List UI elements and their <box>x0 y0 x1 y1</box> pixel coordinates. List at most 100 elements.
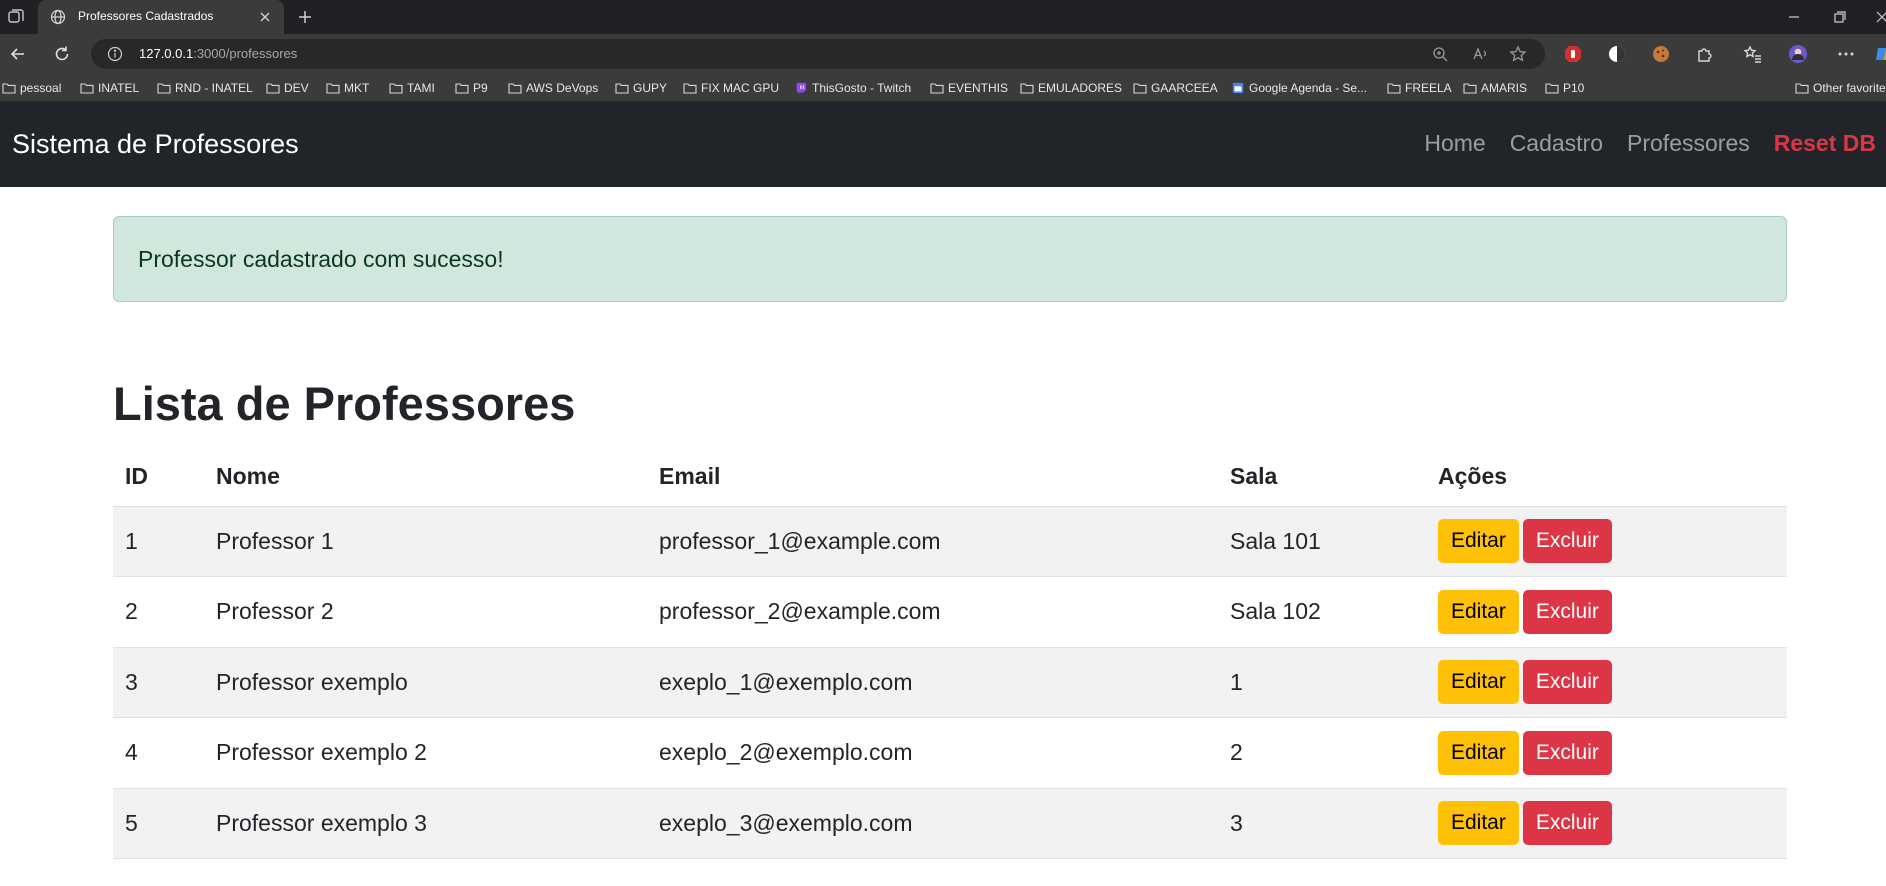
cell-nome: Professor 2 <box>204 576 647 648</box>
refresh-icon[interactable] <box>52 44 72 64</box>
bookmark-link[interactable]: Google Agenda - Se... <box>1231 79 1367 97</box>
dark-mode-extension-icon[interactable] <box>1607 44 1627 64</box>
cell-id: 5 <box>113 788 204 859</box>
delete-button[interactable]: Excluir <box>1522 660 1612 705</box>
bookmark-folder[interactable]: AMARIS <box>1463 79 1527 97</box>
bookmark-folder[interactable]: P10 <box>1545 79 1584 97</box>
folder-icon <box>683 83 697 94</box>
delete-button[interactable]: Excluir <box>1522 801 1612 846</box>
cell-actions: Editar Excluir <box>1426 647 1787 718</box>
adblock-extension-icon[interactable] <box>1563 44 1583 64</box>
url-field[interactable]: 127.0.0.1:3000/professores <box>91 39 1545 69</box>
bookmark-folder[interactable]: EVENTHIS <box>930 79 1008 97</box>
extensions-puzzle-icon[interactable] <box>1695 44 1715 64</box>
close-window-icon[interactable] <box>1874 9 1886 25</box>
folder-icon <box>389 83 403 94</box>
column-header-acoes: Ações <box>1426 448 1787 507</box>
edit-button[interactable]: Editar <box>1438 589 1519 634</box>
table-row: 3 Professor exemplo exeplo_1@exemplo.com… <box>113 647 1787 718</box>
restore-icon[interactable] <box>1832 9 1848 25</box>
bookmark-folder[interactable]: P9 <box>455 79 488 97</box>
new-tab-icon[interactable] <box>296 8 314 26</box>
calendar-icon <box>1232 82 1244 94</box>
bookmarks-bar: pessoal INATEL RND - INATEL DEV MKT TAMI… <box>0 74 1886 102</box>
delete-button[interactable]: Excluir <box>1522 519 1612 564</box>
cell-email: exeplo_2@exemplo.com <box>647 717 1218 789</box>
cell-id: 1 <box>113 506 204 577</box>
navbar-links: Home Cadastro Professores Reset DB <box>1424 130 1876 157</box>
cell-actions: Editar Excluir <box>1426 506 1787 577</box>
bookmark-folder[interactable]: INATEL <box>80 79 139 97</box>
folder-icon <box>1387 83 1401 94</box>
bookmark-folder[interactable]: RND - INATEL <box>157 79 253 97</box>
nav-link-cadastro[interactable]: Cadastro <box>1510 130 1603 157</box>
success-alert: Professor cadastrado com sucesso! <box>113 216 1787 302</box>
cell-nome: Professor exemplo <box>204 647 647 718</box>
bookmark-folder[interactable]: GUPY <box>615 79 667 97</box>
column-header-id: ID <box>113 448 204 507</box>
browser-tab[interactable]: Professores Cadastrados <box>38 0 284 34</box>
folder-icon <box>1020 83 1034 94</box>
navbar-brand[interactable]: Sistema de Professores <box>12 129 299 160</box>
more-options-icon[interactable] <box>1836 44 1856 64</box>
bookmark-link[interactable]: ThisGosto - Twitch <box>794 79 911 97</box>
address-bar: 127.0.0.1:3000/professores <box>0 34 1886 74</box>
folder-icon <box>1545 83 1559 94</box>
cell-email: exeplo_1@exemplo.com <box>647 647 1218 718</box>
bookmark-folder[interactable]: FREELA <box>1387 79 1452 97</box>
nav-link-home[interactable]: Home <box>1424 130 1485 157</box>
bookmark-folder[interactable]: pessoal <box>2 79 61 97</box>
bookmark-folder[interactable]: GAARCEEA <box>1133 79 1218 97</box>
globe-icon <box>50 9 66 25</box>
bookmark-folder[interactable]: TAMI <box>389 79 435 97</box>
folder-icon <box>80 83 94 94</box>
workspaces-icon[interactable] <box>6 7 26 27</box>
site-info-icon[interactable] <box>107 46 123 62</box>
bookmark-folder[interactable]: AWS DeVops <box>508 79 598 97</box>
twitch-icon <box>796 82 807 94</box>
edit-button[interactable]: Editar <box>1438 730 1519 775</box>
cell-actions: Editar Excluir <box>1426 717 1787 789</box>
back-icon[interactable] <box>8 44 28 64</box>
page-title: Lista de Professores <box>113 377 576 430</box>
bookmark-folder[interactable]: EMULADORES <box>1020 79 1122 97</box>
bookmark-folder[interactable]: MKT <box>326 79 369 97</box>
favorites-list-icon[interactable] <box>1743 44 1763 64</box>
delete-button[interactable]: Excluir <box>1522 589 1612 634</box>
cell-nome: Professor 1 <box>204 506 647 577</box>
folder-icon <box>455 83 469 94</box>
minimize-icon[interactable] <box>1786 9 1802 25</box>
folder-icon <box>1795 83 1809 94</box>
table-row: 1 Professor 1 professor_1@example.com Sa… <box>113 506 1787 577</box>
cell-email: exeplo_3@exemplo.com <box>647 788 1218 859</box>
edit-button[interactable]: Editar <box>1438 801 1519 846</box>
cookie-extension-icon[interactable] <box>1651 44 1671 64</box>
profile-avatar-icon[interactable] <box>1788 44 1808 64</box>
bookmark-folder[interactable]: DEV <box>266 79 309 97</box>
copilot-icon[interactable] <box>1875 44 1886 64</box>
cell-sala: 3 <box>1218 788 1426 859</box>
edit-button[interactable]: Editar <box>1438 519 1519 564</box>
bookmark-folder[interactable]: FIX MAC GPU <box>683 79 779 97</box>
table-row: 4 Professor exemplo 2 exeplo_2@exemplo.c… <box>113 717 1787 789</box>
cell-sala: Sala 101 <box>1218 506 1426 577</box>
reset-db-link[interactable]: Reset DB <box>1774 130 1876 157</box>
delete-button[interactable]: Excluir <box>1522 730 1612 775</box>
favorite-star-icon[interactable] <box>1509 45 1527 63</box>
folder-icon <box>508 83 522 94</box>
zoom-icon[interactable] <box>1431 45 1449 63</box>
close-tab-icon[interactable] <box>258 10 272 24</box>
tab-title: Professores Cadastrados <box>78 9 214 23</box>
table-row: 5 Professor exemplo 3 exeplo_3@exemplo.c… <box>113 788 1787 859</box>
folder-icon <box>266 83 280 94</box>
cell-actions: Editar Excluir <box>1426 788 1787 859</box>
folder-icon <box>2 83 16 94</box>
folder-icon <box>1133 83 1147 94</box>
nav-link-professores[interactable]: Professores <box>1627 130 1750 157</box>
cell-sala: Sala 102 <box>1218 576 1426 648</box>
folder-icon <box>930 83 944 94</box>
other-favorites-folder[interactable]: Other favorites <box>1795 79 1886 97</box>
cell-email: professor_2@example.com <box>647 576 1218 648</box>
edit-button[interactable]: Editar <box>1438 660 1519 705</box>
read-aloud-icon[interactable] <box>1471 45 1489 63</box>
